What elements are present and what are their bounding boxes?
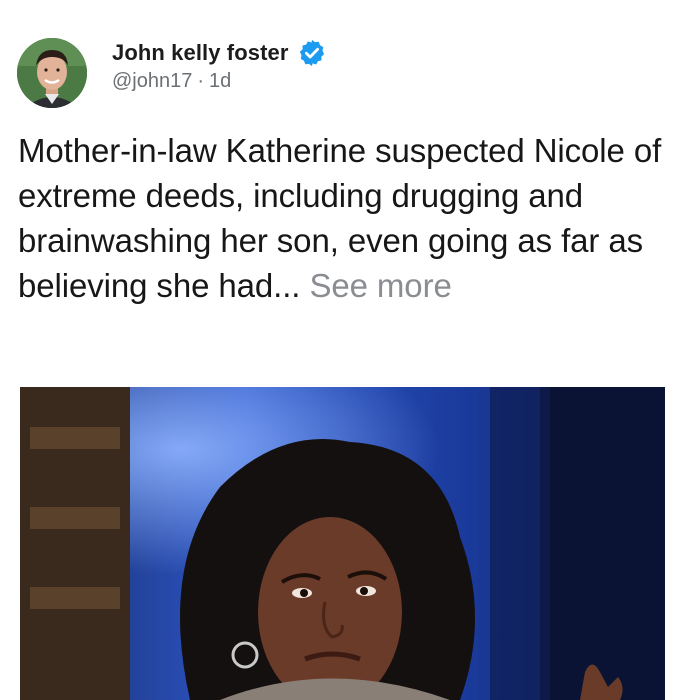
verified-badge-icon — [297, 38, 327, 68]
tweet-media-image[interactable] — [20, 387, 665, 700]
see-more-link[interactable]: See more — [309, 267, 451, 304]
tweet-body: Mother-in-law Katherine suspected Nicole… — [18, 128, 678, 308]
author-name-row: John kelly foster — [112, 37, 327, 69]
tweet-card: John kelly foster @john17 · 1d Mother-in-l… — [0, 0, 700, 700]
author-handle[interactable]: @john17 — [112, 70, 192, 92]
author-display-name[interactable]: John kelly foster — [112, 40, 289, 66]
author-avatar[interactable] — [17, 38, 87, 108]
tweet-timestamp[interactable]: 1d — [209, 70, 231, 92]
meta-separator: · — [197, 70, 205, 92]
tweet-meta: @john17 · 1d — [112, 70, 231, 93]
